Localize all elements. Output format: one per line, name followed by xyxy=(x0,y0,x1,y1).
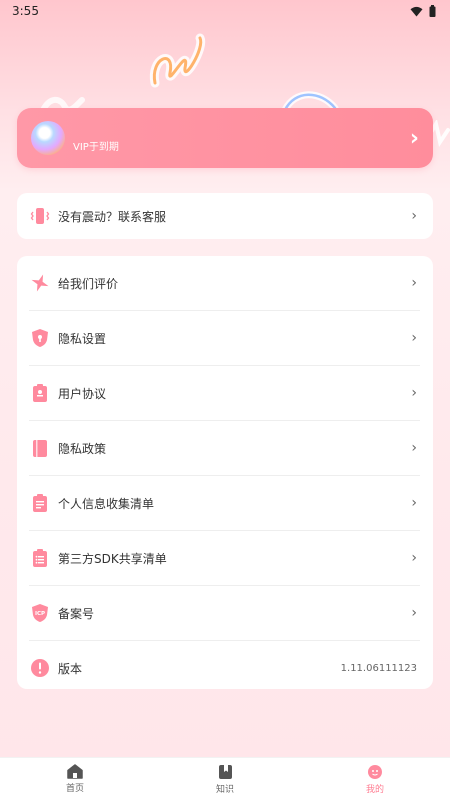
chevron-right-icon: › xyxy=(411,550,417,566)
tab-label: 我的 xyxy=(365,784,384,795)
status-time: 3:55 xyxy=(12,4,39,18)
status-bar: 3:55 xyxy=(0,0,450,22)
menu-item-privacy-settings[interactable]: 隐私设置 › xyxy=(17,311,433,365)
menu-item-personal-info-list[interactable]: 个人信息收集清单 › xyxy=(17,476,433,530)
menu-item-label: 个人信息收集清单 xyxy=(58,496,155,511)
vip-expiry-text: VIP于到期 xyxy=(73,141,119,153)
document-icon xyxy=(30,383,50,403)
chevron-right-icon: › xyxy=(411,385,417,401)
notebook-icon xyxy=(30,438,50,458)
wifi-icon xyxy=(410,6,423,16)
menu-item-icp-record[interactable]: ICP 备案号 › xyxy=(17,586,433,640)
vip-logo-icon xyxy=(31,121,65,155)
chevron-right-icon: › xyxy=(409,125,419,151)
menu-item-label: 隐私设置 xyxy=(58,331,107,346)
icp-badge-icon: ICP xyxy=(30,603,50,623)
settings-menu: 给我们评价 › 隐私设置 › 用户协议 › 隐私政策 › 个人信息收集清单 › xyxy=(17,256,433,689)
chevron-right-icon: › xyxy=(411,495,417,511)
menu-item-privacy-policy[interactable]: 隐私政策 › xyxy=(17,421,433,475)
menu-item-label: 给我们评价 xyxy=(58,276,119,291)
version-number: 1.11.06111123 xyxy=(340,662,417,674)
shield-lock-icon xyxy=(30,328,50,348)
icp-badge-text: ICP xyxy=(35,611,45,617)
menu-item-version: 版本 1.11.06111123 xyxy=(17,641,433,695)
book-icon xyxy=(218,764,232,779)
tab-label: 知识 xyxy=(215,784,234,795)
chevron-right-icon: › xyxy=(411,275,417,291)
vibration-icon xyxy=(30,206,50,226)
decorative-swirl-icon xyxy=(149,33,206,88)
contact-support-item[interactable]: 没有震动？联系客服 › xyxy=(17,193,433,239)
clipboard-list-icon xyxy=(30,548,50,568)
menu-item-user-agreement[interactable]: 用户协议 › xyxy=(17,366,433,420)
menu-item-label: 备案号 xyxy=(58,606,95,621)
chevron-right-icon: › xyxy=(411,208,417,224)
chevron-right-icon: › xyxy=(411,440,417,456)
contact-support-label: 没有震动？联系客服 xyxy=(58,209,167,224)
chevron-right-icon: › xyxy=(411,330,417,346)
menu-item-label: 用户协议 xyxy=(58,386,107,401)
sparkle-icon xyxy=(30,273,50,293)
tab-mine[interactable]: 我的 xyxy=(300,758,450,800)
menu-item-third-party-sdk-list[interactable]: 第三方SDK共享清单 › xyxy=(17,531,433,585)
tab-home[interactable]: 首页 xyxy=(0,758,150,800)
clipboard-icon xyxy=(30,493,50,513)
vip-card[interactable]: VIP于到期 › xyxy=(17,108,433,168)
profile-icon xyxy=(368,764,382,779)
battery-icon xyxy=(429,5,436,17)
exclamation-icon xyxy=(30,658,50,678)
bottom-tab-bar: 首页 知识 我的 xyxy=(0,757,450,800)
menu-item-label: 隐私政策 xyxy=(58,441,107,456)
tab-label: 首页 xyxy=(65,784,84,794)
home-icon xyxy=(67,764,83,779)
menu-item-rate-us[interactable]: 给我们评价 › xyxy=(17,256,433,310)
menu-item-label: 版本 xyxy=(58,661,83,676)
tab-knowledge[interactable]: 知识 xyxy=(150,758,300,800)
support-card: 没有震动？联系客服 › xyxy=(17,193,433,239)
chevron-right-icon: › xyxy=(411,605,417,621)
status-icons xyxy=(410,5,436,17)
menu-item-label: 第三方SDK共享清单 xyxy=(58,551,167,566)
